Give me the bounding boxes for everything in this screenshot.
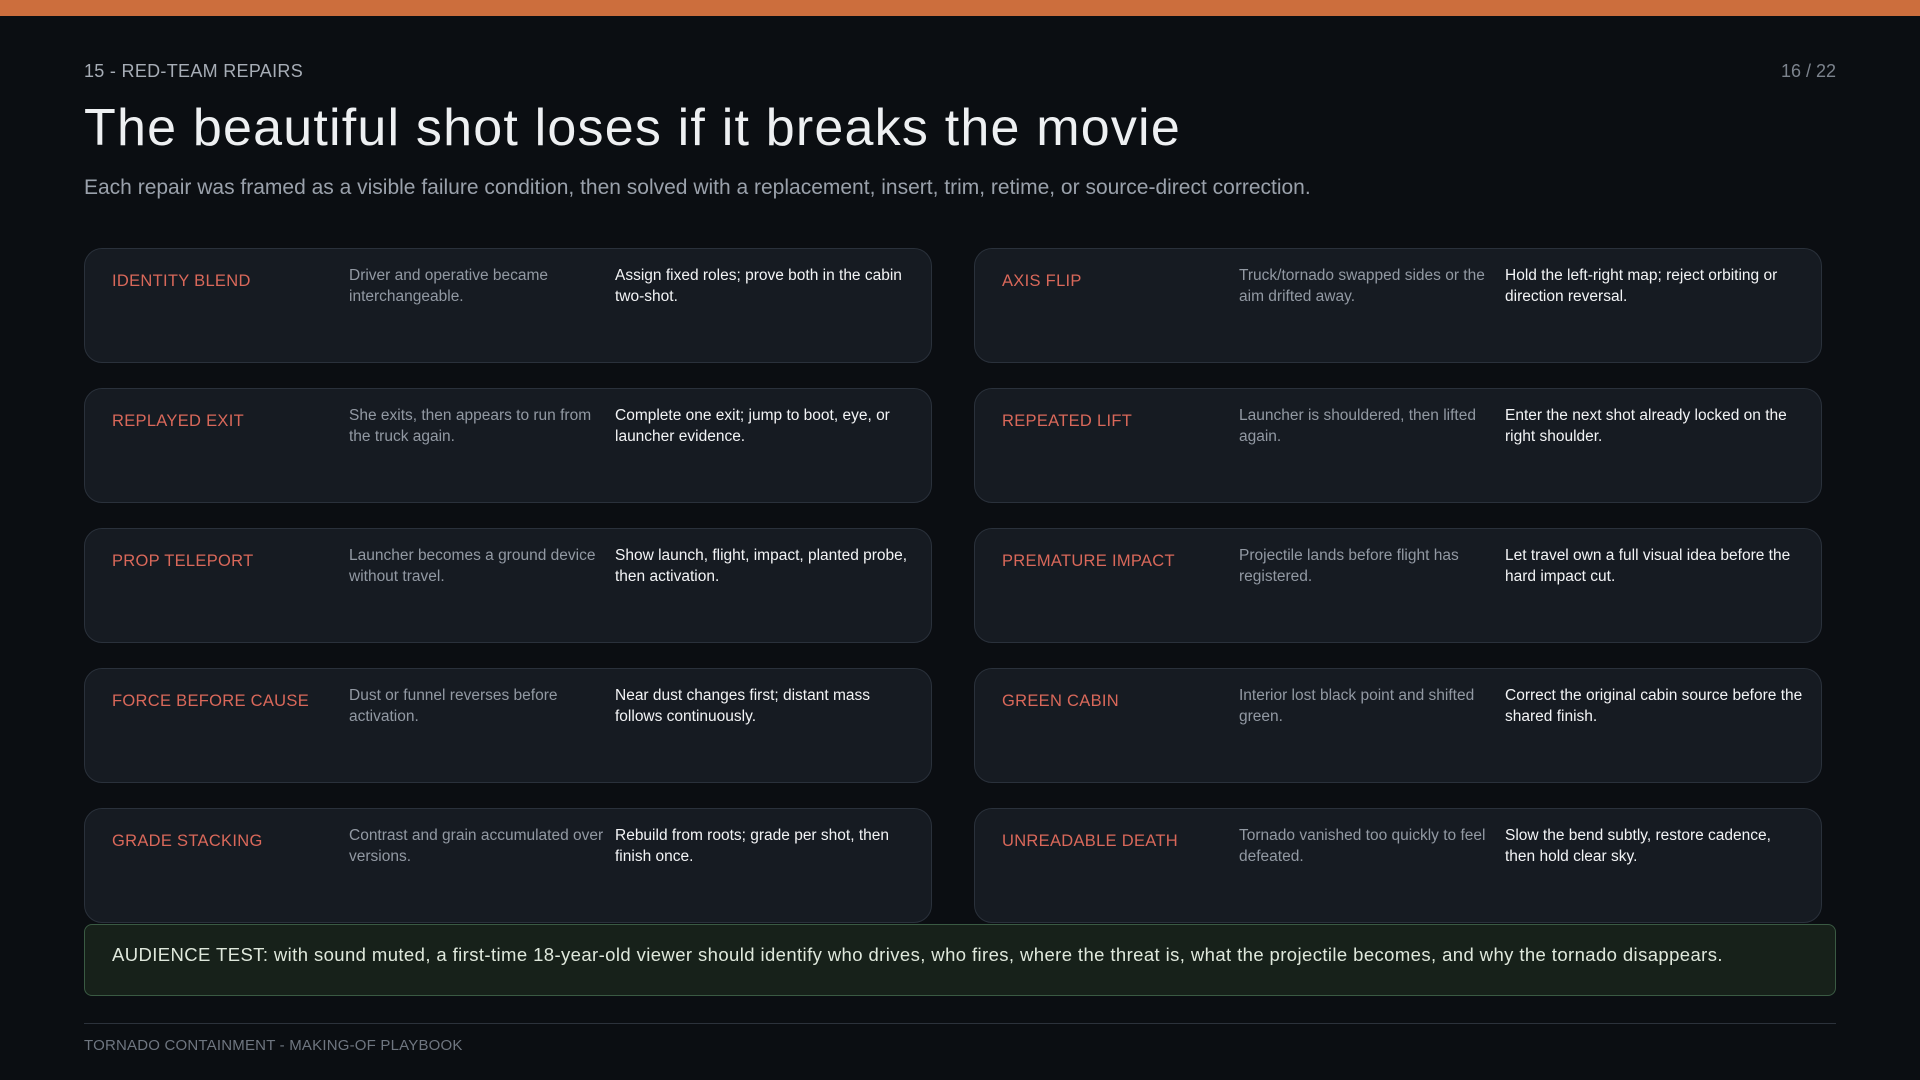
- page-title: The beautiful shot loses if it breaks th…: [84, 99, 1181, 157]
- repair-fix: Assign fixed roles; prove both in the ca…: [615, 267, 902, 305]
- repair-fix: Complete one exit; jump to boot, eye, or…: [615, 407, 890, 445]
- repair-fix: Let travel own a full visual idea before…: [1505, 547, 1791, 585]
- audience-test-text: AUDIENCE TEST: with sound muted, a first…: [112, 944, 1723, 965]
- repair-card: UNREADABLE DEATH Tornado vanished too qu…: [974, 808, 1822, 923]
- repair-card: IDENTITY BLEND Driver and operative beca…: [84, 248, 932, 363]
- footer-divider: [84, 1023, 1836, 1024]
- repair-problem: Launcher is shouldered, then lifted agai…: [1239, 407, 1476, 445]
- repair-problem: Projectile lands before flight has regis…: [1239, 547, 1459, 585]
- repair-label: AXIS FLIP: [1002, 272, 1082, 290]
- repair-fix: Hold the left-right map; reject orbiting…: [1505, 267, 1778, 305]
- repair-problem: Driver and operative became interchangea…: [349, 267, 549, 305]
- audience-test-callout: AUDIENCE TEST: with sound muted, a first…: [84, 924, 1836, 996]
- repair-fix: Near dust changes first; distant mass fo…: [615, 687, 871, 725]
- repair-label: FORCE BEFORE CAUSE: [112, 692, 310, 710]
- accent-bar: [0, 0, 1920, 16]
- repair-problem: Interior lost black point and shifted gr…: [1239, 687, 1475, 725]
- repair-label: GRADE STACKING: [112, 832, 263, 850]
- repair-card: GRADE STACKING Contrast and grain accumu…: [84, 808, 932, 923]
- repair-label: REPLAYED EXIT: [112, 412, 244, 430]
- repair-fix: Correct the original cabin source before…: [1505, 687, 1803, 725]
- repair-problem: Tornado vanished too quickly to feel def…: [1239, 827, 1486, 865]
- repair-fix: Enter the next shot already locked on th…: [1505, 407, 1787, 445]
- repair-label: UNREADABLE DEATH: [1002, 832, 1178, 850]
- footer-label: TORNADO CONTAINMENT - MAKING-OF PLAYBOOK: [84, 1037, 463, 1054]
- section-label: 15 - RED-TEAM REPAIRS: [84, 61, 304, 81]
- repair-problem: Launcher becomes a ground device without…: [349, 547, 596, 585]
- repair-card: REPLAYED EXIT She exits, then appears to…: [84, 388, 932, 503]
- repair-problem: Contrast and grain accumulated over vers…: [349, 827, 604, 865]
- repair-problem: Dust or funnel reverses before activatio…: [349, 687, 558, 725]
- repair-label: PROP TELEPORT: [112, 552, 254, 570]
- repair-fix: Slow the bend subtly, restore cadence, t…: [1505, 827, 1771, 865]
- repair-problem: She exits, then appears to run from the …: [349, 407, 592, 445]
- repair-label: IDENTITY BLEND: [112, 272, 251, 290]
- repair-label: GREEN CABIN: [1002, 692, 1119, 710]
- repair-card: REPEATED LIFT Launcher is shouldered, th…: [974, 388, 1822, 503]
- repair-fix: Rebuild from roots; grade per shot, then…: [615, 827, 889, 865]
- page-counter: 16 / 22: [1780, 61, 1836, 81]
- repair-card: PROP TELEPORT Launcher becomes a ground …: [84, 528, 932, 643]
- repair-card: PREMATURE IMPACT Projectile lands before…: [974, 528, 1822, 643]
- repair-label: PREMATURE IMPACT: [1002, 552, 1175, 570]
- repair-problem: Truck/tornado swapped sides or the aim d…: [1239, 267, 1485, 305]
- repair-fix: Show launch, flight, impact, planted pro…: [615, 547, 908, 585]
- page-subtitle: Each repair was framed as a visible fail…: [84, 176, 1311, 199]
- repair-card: AXIS FLIP Truck/tornado swapped sides or…: [974, 248, 1822, 363]
- repair-card: GREEN CABIN Interior lost black point an…: [974, 668, 1822, 783]
- repair-label: REPEATED LIFT: [1002, 412, 1133, 430]
- repair-card: FORCE BEFORE CAUSE Dust or funnel revers…: [84, 668, 932, 783]
